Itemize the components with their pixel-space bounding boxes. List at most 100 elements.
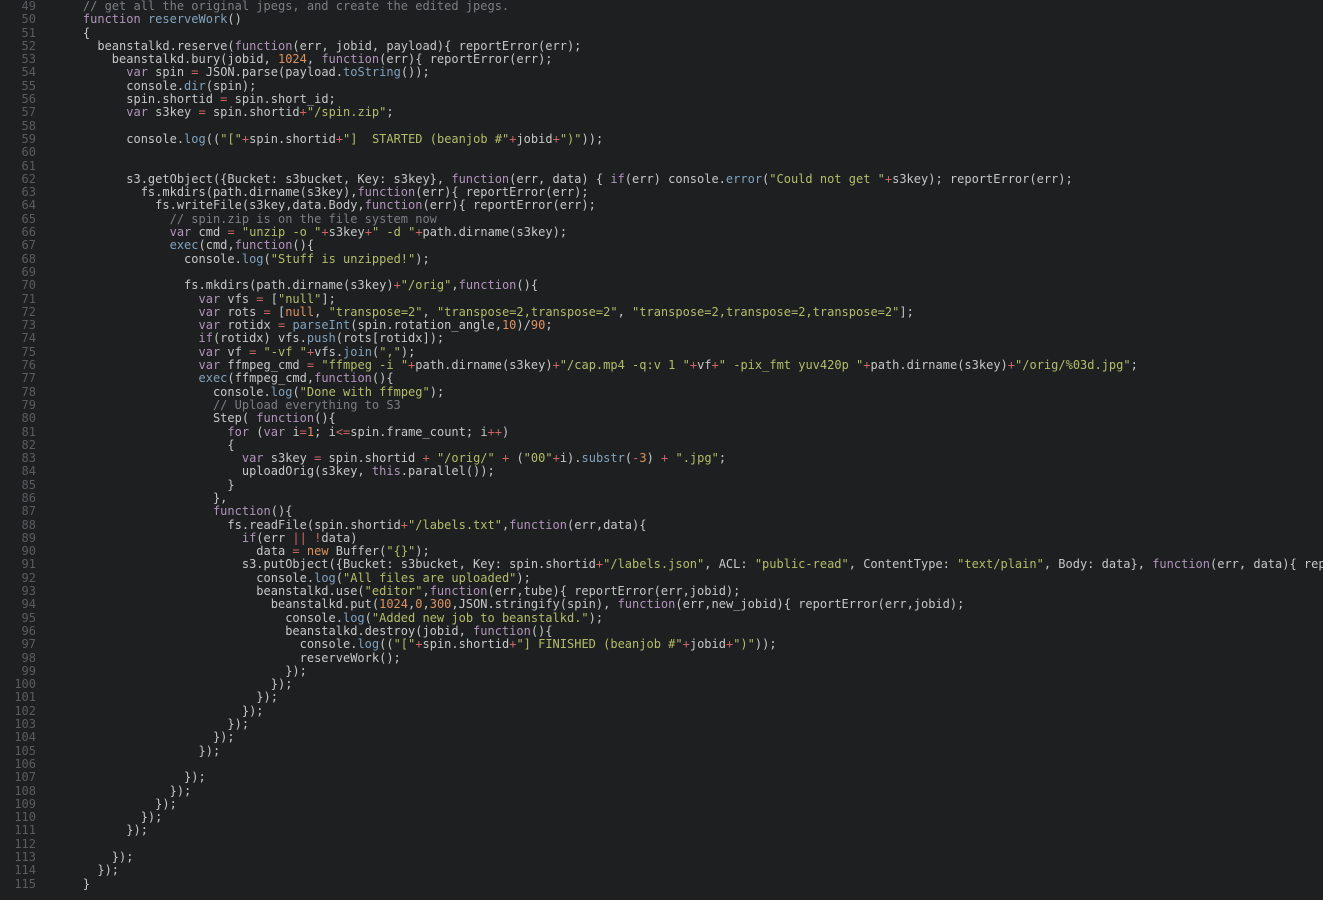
code-line[interactable]: var rots = [null, "transpose=2", "transp… [54, 306, 1317, 319]
code-line[interactable]: fs.mkdirs(path.dirname(s3key)+"/orig",fu… [54, 279, 1317, 292]
code-line[interactable]: }); [54, 731, 1317, 744]
code-line[interactable]: s3.putObject({Bucket: s3bucket, Key: spi… [54, 558, 1317, 571]
code-line[interactable]: }); [54, 798, 1317, 811]
line-number: 67 [6, 239, 36, 252]
code-line[interactable]: console.log("Done with ffmpeg"); [54, 386, 1317, 399]
code-line[interactable]: { [54, 27, 1317, 40]
code-line[interactable]: if(rotidx) vfs.push(rots[rotidx]); [54, 332, 1317, 345]
line-number: 91 [6, 558, 36, 571]
line-number: 75 [6, 346, 36, 359]
code-line[interactable]: var vfs = ["null"]; [54, 293, 1317, 306]
line-number: 93 [6, 585, 36, 598]
line-number: 110 [6, 811, 36, 824]
code-line[interactable]: } [54, 479, 1317, 492]
code-line[interactable]: for (var i=1; i<=spin.frame_count; i++) [54, 426, 1317, 439]
line-number: 111 [6, 824, 36, 837]
line-number: 97 [6, 638, 36, 651]
code-line[interactable]: beanstalkd.use("editor",function(err,tub… [54, 585, 1317, 598]
line-number: 76 [6, 359, 36, 372]
code-line[interactable]: beanstalkd.bury(jobid, 1024, function(er… [54, 53, 1317, 66]
line-number: 73 [6, 319, 36, 332]
line-number: 74 [6, 332, 36, 345]
code-line[interactable]: console.log(("["+spin.shortid+"] FINISHE… [54, 638, 1317, 651]
code-line[interactable]: beanstalkd.put(1024,0,300,JSON.stringify… [54, 598, 1317, 611]
code-line[interactable]: }); [54, 864, 1317, 877]
line-number: 87 [6, 505, 36, 518]
code-line[interactable] [54, 160, 1317, 173]
code-line[interactable]: }); [54, 705, 1317, 718]
line-number: 113 [6, 851, 36, 864]
code-line[interactable]: }, [54, 492, 1317, 505]
code-line[interactable]: var vf = "-vf "+vfs.join(","); [54, 346, 1317, 359]
line-number: 56 [6, 93, 36, 106]
code-line[interactable]: uploadOrig(s3key, this.parallel()); [54, 465, 1317, 478]
code-line[interactable]: }); [54, 811, 1317, 824]
code-line[interactable]: if(err || !data) [54, 532, 1317, 545]
line-number: 58 [6, 120, 36, 133]
code-line[interactable]: }); [54, 718, 1317, 731]
code-line[interactable]: }); [54, 678, 1317, 691]
code-line[interactable] [54, 146, 1317, 159]
code-line[interactable]: data = new Buffer("{}"); [54, 545, 1317, 558]
code-line[interactable]: console.log("Stuff is unzipped!"); [54, 253, 1317, 266]
code-line[interactable]: reserveWork(); [54, 652, 1317, 665]
code-line[interactable]: }); [54, 691, 1317, 704]
code-area[interactable]: // get all the original jpegs, and creat… [46, 0, 1323, 900]
line-number: 104 [6, 731, 36, 744]
code-line[interactable]: var cmd = "unzip -o "+s3key+" -d "+path.… [54, 226, 1317, 239]
code-line[interactable]: console.log("Added new job to beanstalkd… [54, 612, 1317, 625]
code-line[interactable]: // spin.zip is on the file system now [54, 213, 1317, 226]
code-line[interactable]: beanstalkd.destroy(jobid, function(){ [54, 625, 1317, 638]
code-line[interactable]: }); [54, 771, 1317, 784]
line-number: 92 [6, 572, 36, 585]
code-line[interactable] [54, 838, 1317, 851]
line-number: 53 [6, 53, 36, 66]
code-line[interactable]: exec(cmd,function(){ [54, 239, 1317, 252]
line-number: 85 [6, 479, 36, 492]
code-line[interactable] [54, 120, 1317, 133]
code-line[interactable]: beanstalkd.reserve(function(err, jobid, … [54, 40, 1317, 53]
code-line[interactable] [54, 758, 1317, 771]
line-number: 115 [6, 878, 36, 891]
line-number: 69 [6, 266, 36, 279]
code-line[interactable]: }); [54, 824, 1317, 837]
code-line[interactable]: Step( function(){ [54, 412, 1317, 425]
line-number-gutter: 4950515253545556575859606162636465666768… [0, 0, 46, 900]
code-line[interactable]: spin.shortid = spin.short_id; [54, 93, 1317, 106]
code-line[interactable]: { [54, 439, 1317, 452]
code-line[interactable]: fs.readFile(spin.shortid+"/labels.txt",f… [54, 519, 1317, 532]
line-number: 105 [6, 745, 36, 758]
code-line[interactable]: }); [54, 745, 1317, 758]
code-line[interactable]: fs.writeFile(s3key,data.Body,function(er… [54, 199, 1317, 212]
code-line[interactable]: }); [54, 851, 1317, 864]
code-line[interactable]: var spin = JSON.parse(payload.toString()… [54, 66, 1317, 79]
line-number: 68 [6, 253, 36, 266]
code-line[interactable]: } [54, 878, 1317, 891]
code-line[interactable]: var s3key = spin.shortid+"/spin.zip"; [54, 106, 1317, 119]
code-line[interactable]: fs.mkdirs(path.dirname(s3key),function(e… [54, 186, 1317, 199]
line-number: 80 [6, 412, 36, 425]
line-number: 54 [6, 66, 36, 79]
code-line[interactable]: }); [54, 665, 1317, 678]
code-line[interactable]: // get all the original jpegs, and creat… [54, 0, 1317, 13]
code-line[interactable]: var ffmpeg_cmd = "ffmpeg -i "+path.dirna… [54, 359, 1317, 372]
code-line[interactable]: }); [54, 785, 1317, 798]
line-number: 63 [6, 186, 36, 199]
code-line[interactable]: function(){ [54, 505, 1317, 518]
code-line[interactable]: var rotidx = parseInt(spin.rotation_angl… [54, 319, 1317, 332]
code-line[interactable]: // Upload everything to S3 [54, 399, 1317, 412]
code-line[interactable]: console.dir(spin); [54, 80, 1317, 93]
code-editor[interactable]: 4950515253545556575859606162636465666768… [0, 0, 1323, 900]
code-line[interactable]: console.log(("["+spin.shortid+"] STARTED… [54, 133, 1317, 146]
code-line[interactable]: var s3key = spin.shortid + "/orig/" + ("… [54, 452, 1317, 465]
code-line[interactable]: console.log("All files are uploaded"); [54, 572, 1317, 585]
code-line[interactable]: s3.getObject({Bucket: s3bucket, Key: s3k… [54, 173, 1317, 186]
line-number: 49 [6, 0, 36, 13]
line-number: 109 [6, 798, 36, 811]
code-line[interactable]: exec(ffmpeg_cmd,function(){ [54, 372, 1317, 385]
code-line[interactable]: function reserveWork() [54, 13, 1317, 26]
line-number: 84 [6, 465, 36, 478]
code-line[interactable] [54, 266, 1317, 279]
line-number: 59 [6, 133, 36, 146]
line-number: 70 [6, 279, 36, 292]
